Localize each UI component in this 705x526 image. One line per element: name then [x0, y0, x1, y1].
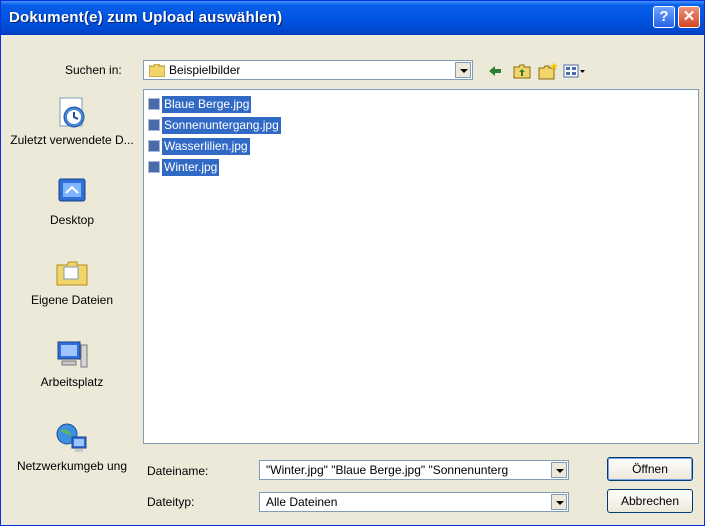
place-my-computer[interactable]: Arbeitsplatz — [7, 337, 137, 389]
place-my-documents-label: Eigene Dateien — [30, 293, 114, 307]
filename-input[interactable]: "Winter.jpg" "Blaue Berge.jpg" "Sonnenun… — [259, 460, 569, 480]
my-documents-icon — [54, 255, 90, 291]
view-menu-icon[interactable] — [563, 61, 587, 81]
file-name: Sonnenuntergang.jpg — [162, 117, 281, 134]
image-file-icon — [148, 140, 160, 152]
my-computer-icon — [54, 337, 90, 373]
place-network-label: Netzwerkumgeb ung — [16, 459, 128, 473]
desktop-icon — [54, 175, 90, 211]
filetype-value: Alle Dateinen — [266, 495, 338, 509]
window-title: Dokument(e) zum Upload auswählen) — [9, 9, 283, 26]
recent-documents-icon — [54, 95, 90, 131]
lookin-label: Suchen in: — [65, 63, 122, 77]
place-network[interactable]: Netzwerkumgeb ung — [7, 421, 137, 473]
file-name: Blaue Berge.jpg — [162, 96, 252, 113]
file-name: Winter.jpg — [162, 159, 220, 176]
filename-value: "Winter.jpg" "Blaue Berge.jpg" "Sonnenun… — [266, 463, 509, 477]
lookin-value: Beispielbilder — [169, 63, 241, 77]
cancel-button[interactable]: Abbrechen — [607, 489, 693, 513]
place-my-computer-label: Arbeitsplatz — [40, 375, 104, 389]
filetype-dropdown-arrow[interactable] — [551, 494, 567, 510]
network-places-icon — [54, 421, 90, 457]
lookin-select[interactable]: Beispielbilder — [143, 60, 473, 80]
file-list[interactable]: Blaue Berge.jpg Sonnenuntergang.jpg Wass… — [143, 89, 699, 444]
lookin-dropdown-arrow[interactable] — [455, 62, 471, 78]
place-desktop-label: Desktop — [49, 213, 95, 227]
filetype-select[interactable]: Alle Dateinen — [259, 492, 569, 512]
open-button[interactable]: Öffnen — [607, 457, 693, 481]
image-file-icon — [148, 119, 160, 131]
place-my-documents[interactable]: Eigene Dateien — [7, 255, 137, 307]
up-folder-icon[interactable] — [513, 61, 531, 81]
file-open-dialog: Dokument(e) zum Upload auswählen) ? ✕ Su… — [0, 0, 705, 526]
place-recent[interactable]: Zuletzt verwendete D... — [7, 95, 137, 147]
title-bar[interactable]: Dokument(e) zum Upload auswählen) ? ✕ — [1, 1, 704, 35]
image-file-icon — [148, 98, 160, 110]
folder-icon — [148, 63, 166, 80]
help-button[interactable]: ? — [653, 6, 675, 28]
filename-dropdown-arrow[interactable] — [551, 462, 567, 478]
back-arrow-icon[interactable] — [487, 61, 503, 81]
image-file-icon — [148, 161, 160, 173]
new-folder-icon[interactable] — [538, 61, 558, 81]
file-name: Wasserlilien.jpg — [162, 138, 250, 155]
place-desktop[interactable]: Desktop — [7, 175, 137, 227]
filename-label: Dateiname: — [147, 464, 209, 478]
close-button[interactable]: ✕ — [678, 6, 700, 28]
filetype-label: Dateityp: — [147, 495, 195, 509]
place-recent-label: Zuletzt verwendete D... — [10, 133, 134, 147]
places-bar: Zuletzt verwendete D... Desktop Eigene D… — [7, 95, 137, 515]
